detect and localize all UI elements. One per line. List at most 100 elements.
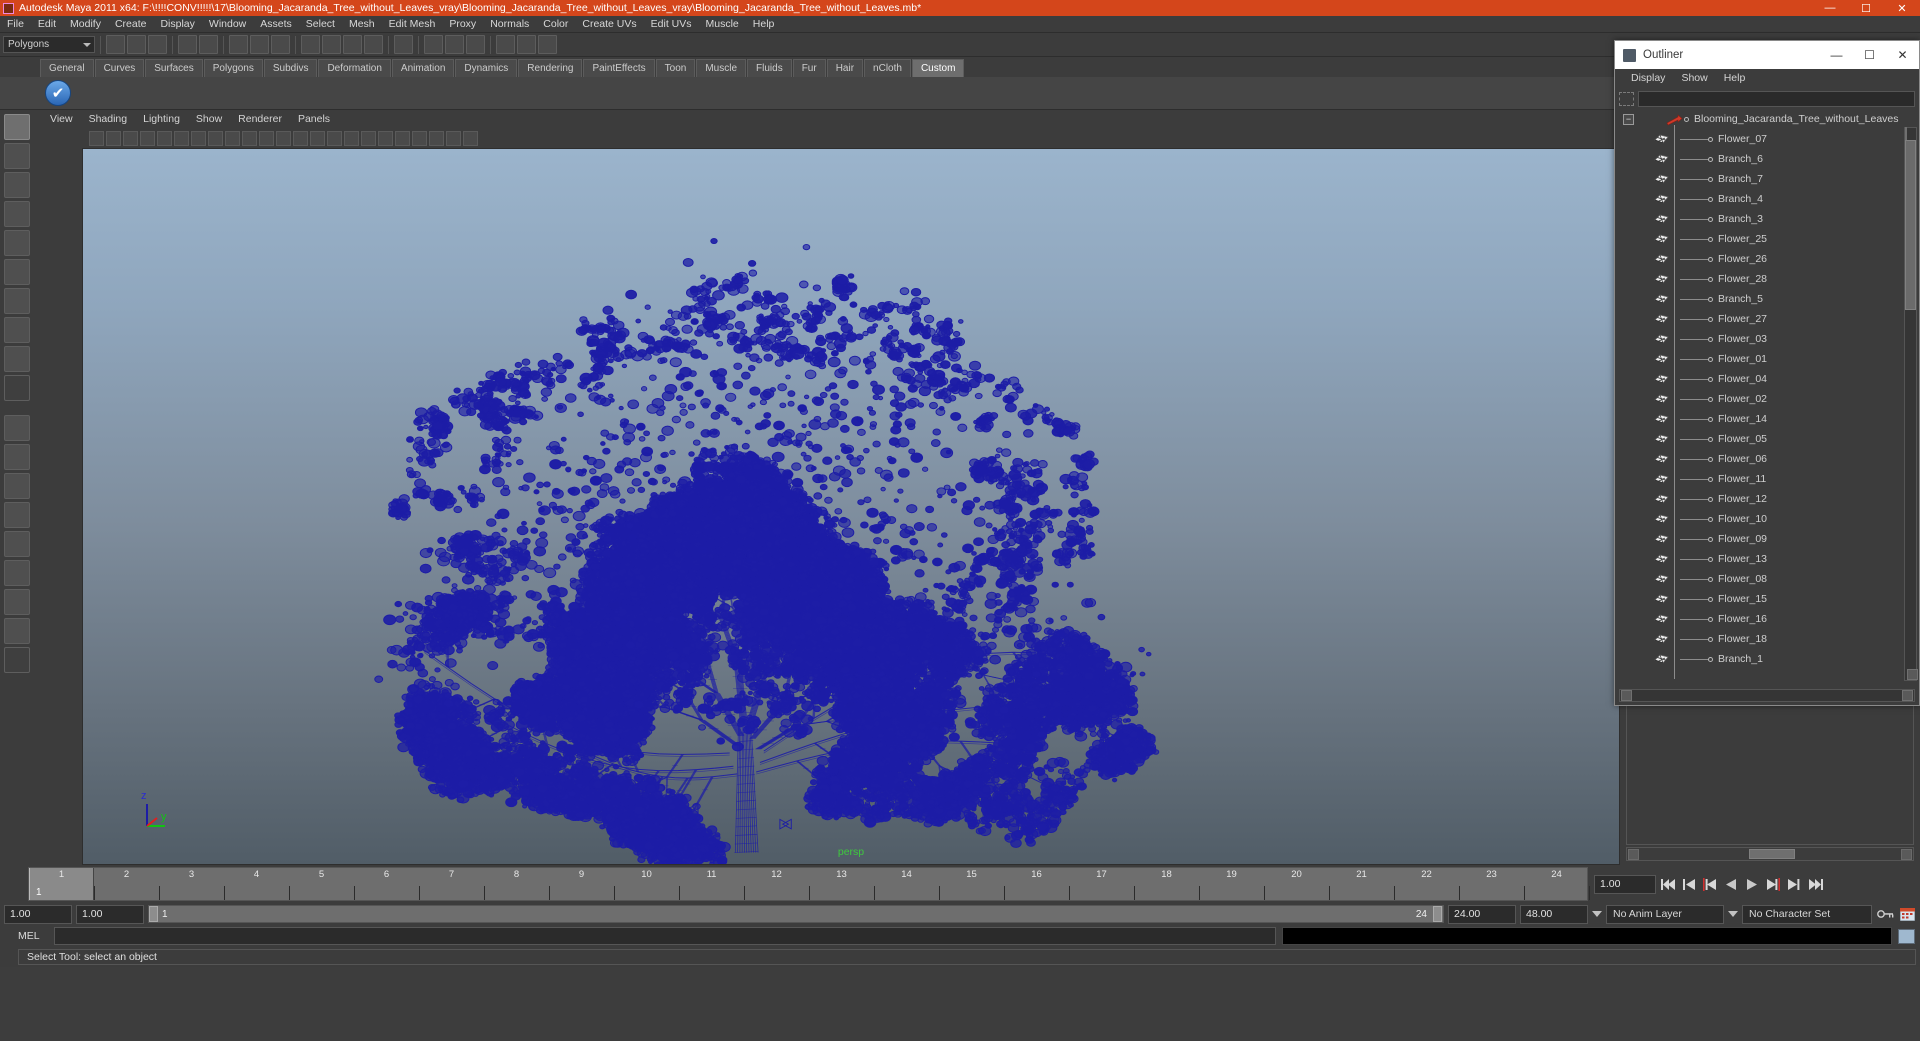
shelf-tab-painteffects[interactable]: PaintEffects [583, 59, 654, 77]
resolution-gate-icon[interactable] [225, 131, 240, 146]
layout-two-side-icon[interactable] [4, 618, 30, 644]
animation-end-field[interactable]: 48.00 [1520, 905, 1588, 924]
move-tool-icon[interactable] [4, 201, 30, 227]
script-editor-icon[interactable] [1898, 929, 1915, 944]
gate-mask-icon[interactable] [242, 131, 257, 146]
scroll-right-icon[interactable] [1902, 690, 1913, 701]
xray-joints-icon[interactable] [446, 131, 461, 146]
menu-item-file[interactable]: File [0, 16, 31, 33]
undo-icon[interactable] [178, 35, 197, 54]
outliner-item[interactable]: Flower_10 [1619, 509, 1901, 529]
scale-tool-icon[interactable] [4, 259, 30, 285]
panel-menu-panels[interactable]: Panels [290, 113, 338, 125]
outliner-tree[interactable]: − Blooming_Jacaranda_Tree_without_Leaves F… [1619, 109, 1901, 683]
menu-item-create[interactable]: Create [108, 16, 154, 33]
shelf-tab-hair[interactable]: Hair [827, 59, 863, 77]
wireframe-shading-icon[interactable] [259, 131, 274, 146]
range-start-field[interactable]: 1.00 [4, 905, 72, 924]
shelf-tab-deformation[interactable]: Deformation [318, 59, 390, 77]
menu-item-edit[interactable]: Edit [31, 16, 63, 33]
outliner-item[interactable]: Flower_12 [1619, 489, 1901, 509]
outliner-vertical-scrollbar[interactable] [1904, 127, 1917, 681]
shelf-tab-custom[interactable]: Custom [912, 59, 964, 77]
outliner-item[interactable]: Flower_01 [1619, 349, 1901, 369]
playback-start-field[interactable]: 1.00 [76, 905, 144, 924]
shelf-tab-toon[interactable]: Toon [656, 59, 696, 77]
layout-more-icon[interactable] [4, 647, 30, 673]
menu-set-selector[interactable]: Polygons [3, 36, 95, 53]
step-back-key-button[interactable] [1680, 876, 1698, 893]
universal-manipulator-icon[interactable] [4, 288, 30, 314]
shelf-tab-ncloth[interactable]: nCloth [864, 59, 911, 77]
select-camera-icon[interactable] [89, 131, 104, 146]
isolate-select-icon[interactable] [429, 131, 444, 146]
outliner-item[interactable]: Flower_15 [1619, 589, 1901, 609]
layout-persp-graph-icon[interactable] [4, 502, 30, 528]
shelf-tab-subdivs[interactable]: Subdivs [264, 59, 318, 77]
time-slider[interactable]: 1 1 2 3 4 5 6 7 8 9 10 11 12 13 14 15 16 17 18 19 20 21 22 23 24 [28, 867, 1588, 901]
outliner-item[interactable]: Branch_6 [1619, 149, 1901, 169]
lasso-tool-icon[interactable] [4, 143, 30, 169]
flat-shade-icon[interactable] [310, 131, 325, 146]
character-set-chevron-down-icon[interactable] [1728, 911, 1738, 917]
shelf-tab-dynamics[interactable]: Dynamics [455, 59, 517, 77]
two-d-pan-zoom-icon[interactable] [174, 131, 189, 146]
outliner-item[interactable]: Flower_03 [1619, 329, 1901, 349]
filter-icon[interactable] [1619, 92, 1634, 106]
panel-menu-lighting[interactable]: Lighting [135, 113, 188, 125]
outliner-item[interactable]: Flower_02 [1619, 389, 1901, 409]
lights-default-icon[interactable] [361, 131, 376, 146]
menu-item-edit-uvs[interactable]: Edit UVs [644, 16, 699, 33]
shelf-tab-rendering[interactable]: Rendering [518, 59, 582, 77]
range-handle-right[interactable] [1433, 906, 1442, 922]
auto-key-icon[interactable] [1876, 906, 1894, 923]
outliner-item[interactable]: Flower_09 [1619, 529, 1901, 549]
outliner-maximize-button[interactable]: ☐ [1853, 41, 1886, 69]
show-hide-editor-icon[interactable] [496, 35, 515, 54]
outliner-close-button[interactable]: ✕ [1886, 41, 1919, 69]
menu-item-select[interactable]: Select [299, 16, 342, 33]
outliner-item[interactable]: Branch_3 [1619, 209, 1901, 229]
layout-hypershade-persp-icon[interactable] [4, 531, 30, 557]
shelf-tab-surfaces[interactable]: Surfaces [145, 59, 202, 77]
panel-menu-shading[interactable]: Shading [81, 113, 136, 125]
menu-item-color[interactable]: Color [536, 16, 575, 33]
menu-item-display[interactable]: Display [153, 16, 201, 33]
shadows-toggle-icon[interactable] [395, 131, 410, 146]
outliner-item[interactable]: Flower_16 [1619, 609, 1901, 629]
step-forward-frame-button[interactable] [1764, 876, 1782, 893]
outliner-item[interactable]: Branch_4 [1619, 189, 1901, 209]
texture-toggle-icon[interactable] [344, 131, 359, 146]
outliner-scroll-thumb[interactable] [1905, 140, 1916, 310]
scroll-right-icon[interactable] [1901, 849, 1912, 860]
rotate-tool-icon[interactable] [4, 230, 30, 256]
outliner-menu-display[interactable]: Display [1623, 72, 1673, 84]
layout-persp-outliner-icon[interactable] [4, 473, 30, 499]
lights-all-icon[interactable] [378, 131, 393, 146]
playback-end-field[interactable]: 24.00 [1448, 905, 1516, 924]
ipr-render-icon[interactable] [445, 35, 464, 54]
scroll-thumb[interactable] [1749, 849, 1795, 859]
camera-attributes-icon[interactable] [123, 131, 138, 146]
layout-single-perspective-icon[interactable] [4, 415, 30, 441]
bookmark-icon[interactable] [140, 131, 155, 146]
snap-view-plane-icon[interactable] [364, 35, 383, 54]
perspective-viewport[interactable]: z y persp [82, 148, 1620, 865]
exposure-icon[interactable] [463, 131, 478, 146]
command-language-label[interactable]: MEL [18, 930, 48, 942]
last-tool-used-icon[interactable] [4, 375, 30, 401]
scroll-left-icon[interactable] [1621, 690, 1632, 701]
menu-item-help[interactable]: Help [746, 16, 782, 33]
outliner-item[interactable]: Branch_7 [1619, 169, 1901, 189]
show-manipulator-tool-icon[interactable] [4, 346, 30, 372]
outliner-item[interactable]: Flower_08 [1619, 569, 1901, 589]
menu-item-mesh[interactable]: Mesh [342, 16, 382, 33]
play-forwards-button[interactable] [1743, 876, 1761, 893]
film-gate-icon[interactable] [208, 131, 223, 146]
close-button[interactable]: ✕ [1884, 0, 1920, 16]
shelf-button-check[interactable]: ✔ [45, 80, 71, 106]
panel-menu-renderer[interactable]: Renderer [230, 113, 290, 125]
smooth-shade-all-icon[interactable] [276, 131, 291, 146]
outliner-item[interactable]: Flower_06 [1619, 449, 1901, 469]
outliner-item[interactable]: Flower_13 [1619, 549, 1901, 569]
